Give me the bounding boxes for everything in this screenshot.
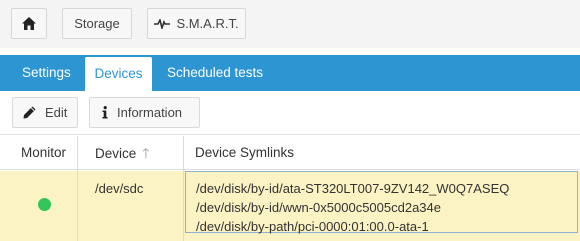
breadcrumb-smart[interactable]: S.M.A.R.T. bbox=[147, 8, 246, 39]
breadcrumb-storage-label: Storage bbox=[74, 16, 120, 31]
device-symlink: /dev/disk/by-id/wwn-0x5000c5005cd2a34e bbox=[196, 200, 441, 215]
breadcrumb-smart-label: S.M.A.R.T. bbox=[176, 16, 239, 31]
tab-scheduled-tests[interactable]: Scheduled tests bbox=[167, 55, 263, 91]
edit-button-label: Edit bbox=[45, 105, 68, 120]
column-divider bbox=[183, 136, 184, 241]
column-header-symlinks-label: Device Symlinks bbox=[195, 145, 295, 160]
breadcrumb: Storage S.M.A.R.T. bbox=[0, 0, 580, 48]
tab-bar: Settings Devices Scheduled tests bbox=[0, 55, 580, 91]
monitor-status-indicator bbox=[38, 198, 51, 211]
device-symlink: /dev/disk/by-id/ata-ST320LT007-9ZV142_W0… bbox=[196, 181, 510, 196]
column-header-monitor[interactable]: Monitor bbox=[21, 136, 66, 170]
breadcrumb-storage[interactable]: Storage bbox=[62, 8, 132, 39]
device-symlink: /dev/disk/by-path/pci-0000:01:00.0-ata-1 bbox=[196, 219, 429, 234]
toolbar: Edit Information bbox=[0, 91, 580, 135]
devices-table: Monitor Device 🡑 Device Symlinks /dev/sdc… bbox=[0, 136, 580, 241]
pencil-icon bbox=[23, 106, 36, 119]
tab-devices[interactable]: Devices bbox=[85, 57, 152, 91]
edit-button[interactable]: Edit bbox=[12, 97, 78, 128]
breadcrumb-home[interactable] bbox=[11, 8, 47, 39]
info-icon bbox=[102, 106, 108, 119]
table-header: Monitor Device 🡑 Device Symlinks bbox=[0, 136, 580, 170]
information-button[interactable]: Information bbox=[89, 97, 200, 128]
column-header-monitor-label: Monitor bbox=[21, 145, 67, 160]
home-icon bbox=[22, 17, 36, 30]
column-header-symlinks[interactable]: Device Symlinks bbox=[195, 136, 294, 170]
column-header-device[interactable]: Device 🡑 bbox=[95, 136, 150, 170]
tab-settings[interactable]: Settings bbox=[22, 55, 71, 91]
heartbeat-icon bbox=[154, 18, 171, 29]
device-path: /dev/sdc bbox=[95, 181, 144, 196]
column-header-device-label: Device bbox=[95, 146, 137, 161]
column-divider bbox=[77, 136, 78, 241]
sort-ascending-icon: 🡑 bbox=[142, 145, 150, 161]
information-button-label: Information bbox=[117, 105, 183, 120]
